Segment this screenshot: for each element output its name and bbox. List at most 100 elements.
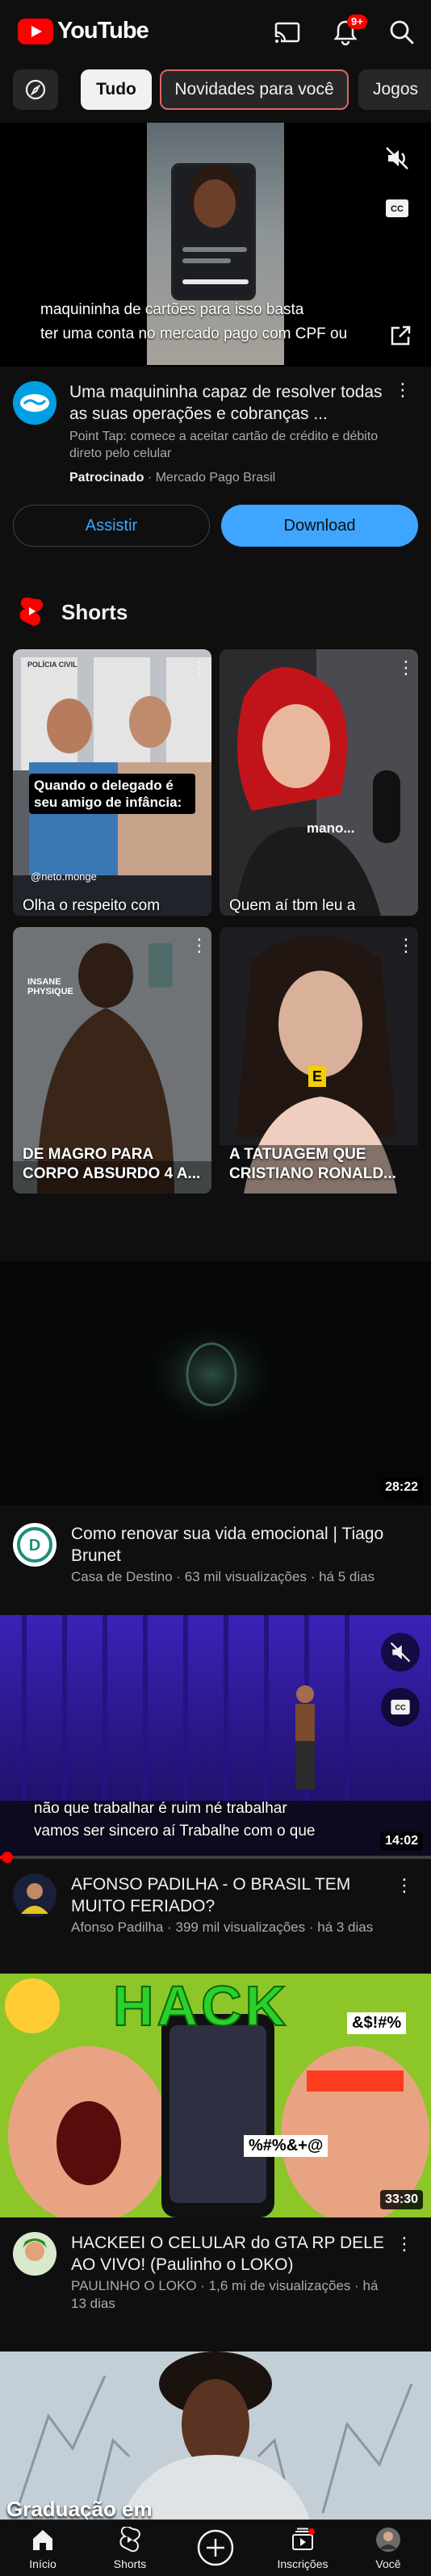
short-badge: E	[308, 1066, 326, 1087]
more-options-icon[interactable]: ⋮	[190, 656, 208, 680]
download-button[interactable]: Download	[221, 505, 418, 547]
duration-badge: 33:30	[380, 2190, 423, 2209]
ad-subtitle: Point Tap: comece a aceitar cartão de cr…	[69, 430, 379, 460]
short-card[interactable]: E ⋮ A TATUAGEM QUE CRISTIANO RONALD...	[220, 927, 418, 1194]
video-player-preview[interactable]: CC não que trabalhar é ruim né trabalhar…	[0, 1615, 431, 1859]
nav-label: Shorts	[113, 2557, 147, 2570]
avatar-icon	[376, 2528, 400, 2552]
captions-icon[interactable]: CC	[381, 1688, 420, 1726]
ad-title[interactable]: Uma maquininha capaz de resolver todas a…	[69, 381, 392, 425]
video-info[interactable]: HACKEEI O CELULAR do GTA RP DELE AO VIVO…	[0, 2232, 431, 2329]
short-card[interactable]: INSANE PHYSIQUE ⋮ DE MAGRO PARA CORPO AB…	[13, 927, 211, 1194]
svg-text:CC: CC	[391, 204, 404, 214]
nav-you[interactable]: Você	[345, 2520, 431, 2576]
video-meta: Afonso Padilha · 399 mil visualizações ·…	[71, 1919, 374, 1935]
ad-caption-line-2: ter uma conta no mercado pago com CPF ou	[40, 325, 348, 342]
more-options-icon[interactable]: ⋮	[397, 656, 415, 680]
ad-video-player[interactable]: CC maquininha de cartões para isso basta…	[0, 123, 431, 367]
video-thumbnail[interactable]: HACK &$!#% %#%&+@ 33:30	[0, 1974, 431, 2217]
mute-icon[interactable]	[378, 139, 416, 178]
short-title: A TATUAGEM QUE CRISTIANO RONALD...	[229, 1146, 396, 1182]
logo-text: YouTube	[57, 18, 149, 44]
duration-badge: 14:02	[380, 1831, 423, 1851]
nav-shorts[interactable]: Shorts	[87, 2520, 173, 2576]
open-external-icon[interactable]	[384, 320, 416, 352]
advertiser-name: Mercado Pago Brasil	[155, 471, 276, 485]
chip-tudo[interactable]: Tudo	[81, 69, 152, 110]
youtube-logo[interactable]: YouTube	[18, 18, 149, 44]
advertiser-avatar[interactable]	[13, 381, 56, 425]
svg-text:D: D	[29, 1537, 40, 1554]
duration-badge: 28:22	[380, 1478, 423, 1497]
subscriptions-icon	[292, 2528, 315, 2550]
watch-button[interactable]: Assistir	[13, 505, 210, 547]
more-options-icon[interactable]: ⋮	[190, 933, 208, 958]
shorts-icon	[19, 598, 43, 626]
video-title[interactable]: Como renovar sua vida emocional | Tiago …	[71, 1523, 394, 1567]
mute-icon[interactable]	[381, 1633, 420, 1672]
channel-avatar[interactable]	[13, 2232, 56, 2276]
handshake-icon	[20, 394, 49, 412]
video-meta: Casa de Destino · 63 mil visualizações ·…	[71, 1569, 375, 1584]
filter-chips-bar: Tudo Novidades para você Jogos	[0, 69, 431, 111]
short-badge: INSANE PHYSIQUE	[27, 977, 73, 996]
progress-bar[interactable]	[0, 1852, 431, 1863]
short-thumbnail	[220, 649, 418, 916]
video-caption-line-2: vamos ser sincero aí Trabalhe com o que	[34, 1823, 316, 1840]
ad-caption-line-1: maquininha de cartões para isso basta	[40, 301, 304, 318]
more-options-icon[interactable]: ⋮	[397, 933, 415, 958]
more-options-icon[interactable]: ⋮	[395, 2232, 413, 2256]
video-thumbnail[interactable]: Graduação em	[0, 2352, 431, 2519]
shorts-icon	[119, 2527, 141, 2553]
svg-text:CC: CC	[395, 1703, 406, 1711]
short-overlay-text: mano...	[307, 820, 355, 836]
police-sign-text: POLÍCIA CIVIL	[27, 661, 77, 669]
create-plus-icon	[197, 2529, 234, 2566]
censor-text: %#%&+@	[244, 2135, 328, 2157]
channel-avatar[interactable]: D	[13, 1523, 56, 1567]
thumbnail-text: Graduação em	[6, 2497, 153, 2519]
chip-jogos[interactable]: Jogos	[358, 69, 431, 110]
ad-sponsor-line: Patrocinado · Mercado Pago Brasil	[69, 471, 276, 485]
progress-scrubber[interactable]	[2, 1852, 13, 1863]
notification-badge: 9+	[347, 15, 367, 29]
shorts-title: Shorts	[61, 599, 128, 624]
top-app-bar: YouTube 9+	[0, 0, 431, 65]
nav-label: Inscrições	[277, 2557, 328, 2570]
video-thumbnail[interactable]: 28:22	[0, 1261, 431, 1505]
video-meta: PAULINHO O LOKO · 1,6 mi de visualizaçõe…	[71, 2278, 379, 2311]
ad-info[interactable]: Uma maquininha capaz de resolver todas a…	[0, 367, 431, 496]
search-icon[interactable]	[386, 16, 418, 48]
thumbnail-hack-text: HACK	[112, 1974, 290, 2038]
nav-label: Início	[29, 2557, 56, 2570]
short-card[interactable]: mano... ⋮ Quem aí tbm leu a	[220, 649, 418, 916]
more-options-icon[interactable]: ⋮	[395, 1873, 413, 1898]
nav-label: Você	[375, 2557, 401, 2570]
nav-create[interactable]	[173, 2520, 258, 2576]
short-title: Quem aí tbm leu a	[229, 897, 356, 914]
notifications-button[interactable]: 9+	[329, 15, 367, 48]
youtube-play-logo-icon	[18, 18, 53, 44]
short-overlay-text: Quando o delegado é seu amigo de infânci…	[29, 774, 195, 814]
chip-novidades[interactable]: Novidades para você	[160, 69, 349, 110]
bottom-navigation: Início Shorts Inscrições Você	[0, 2519, 431, 2576]
censor-text: &$!#%	[347, 2012, 407, 2034]
more-options-icon[interactable]: ⋮	[394, 378, 412, 402]
video-caption-line-1: não que trabalhar é ruim né trabalhar	[34, 1800, 287, 1817]
explore-button[interactable]	[13, 69, 58, 110]
cast-icon[interactable]	[271, 16, 303, 48]
video-title[interactable]: HACKEEI O CELULAR do GTA RP DELE AO VIVO…	[71, 2232, 394, 2276]
video-title[interactable]: AFONSO PADILHA - O BRASIL TEM MUITO FERI…	[71, 1873, 394, 1917]
sponsored-label: Patrocinado	[69, 471, 144, 485]
nav-home[interactable]: Início	[0, 2520, 86, 2576]
short-title: Olha o respeito com	[23, 897, 161, 914]
channel-avatar[interactable]	[13, 1873, 56, 1917]
short-title: DE MAGRO PARA CORPO ABSURDO 4 A...	[23, 1146, 201, 1182]
video-info[interactable]: AFONSO PADILHA - O BRASIL TEM MUITO FERI…	[0, 1873, 431, 1970]
short-card[interactable]: POLÍCIA CIVIL Quando o delegado é seu am…	[13, 649, 211, 916]
compass-icon	[25, 79, 46, 100]
captions-icon[interactable]: CC	[378, 189, 416, 228]
short-handle: @neto.monge	[31, 871, 97, 883]
nav-subscriptions[interactable]: Inscrições	[260, 2520, 345, 2576]
video-info[interactable]: D Como renovar sua vida emocional | Tiag…	[0, 1523, 431, 1620]
